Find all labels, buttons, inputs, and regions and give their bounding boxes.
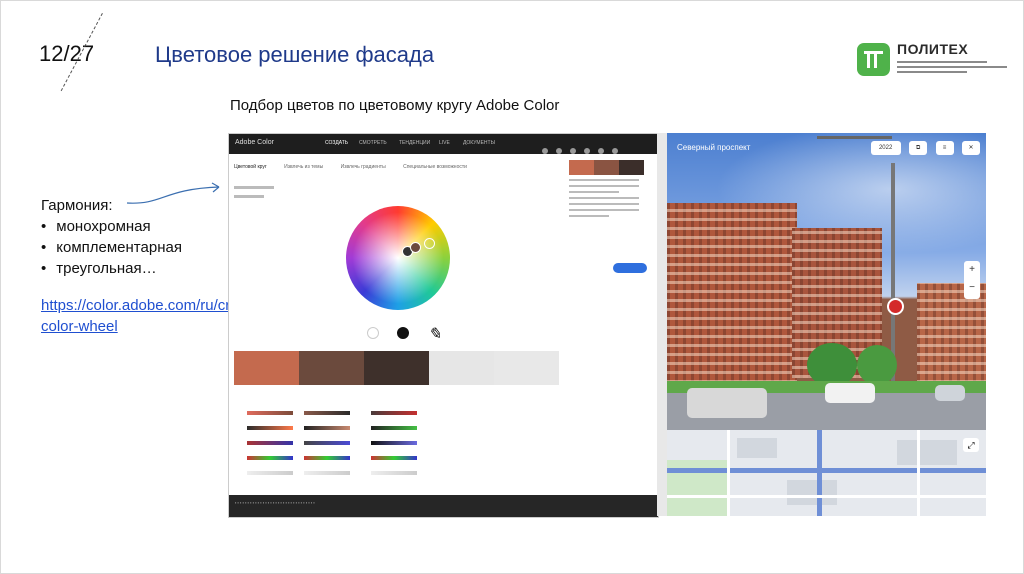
map-road [817,430,822,516]
slide: 12/27 Цветовое решение фасада ПОЛИТЕХ По… [0,0,1024,574]
adobe-color-screenshot: Adobe Color СОЗДАТЬ СМОТРЕТЬ ТЕНДЕНЦИИ L… [228,133,659,518]
slide-title: Цветовое решение фасада [155,42,435,67]
color-sliders [234,406,439,481]
adobe-brand: Adobe Color [235,139,274,146]
car [687,388,767,418]
adobe-tabs: Цветовой круг Извлечь из темы Извлечь гр… [234,164,483,170]
zoom-out-button[interactable]: − [964,279,980,297]
harmony-item: монохромная [41,216,182,237]
street-panorama[interactable]: Северный проспект 2022 ⧉ ≡ ✕ + − [667,133,986,430]
eyedropper-icon[interactable]: ✎ [428,324,441,343]
harmony-select[interactable] [234,186,324,204]
no-entry-sign [887,298,904,315]
tab-extract-gradient[interactable]: Извлечь градиенты [341,164,386,170]
adobe-footer: ▪ ▪ ▪ ▪ ▪ ▪ ▪ ▪ ▪ ▪ ▪ ▪ ▪ ▪ ▪ ▪ ▪ ▪ ▪ ▪ … [229,495,658,517]
street-pole [817,136,892,139]
map-road [917,430,920,516]
swatch[interactable] [364,351,429,385]
adobe-side-panel [569,160,654,310]
panel-separator [657,133,667,516]
map-road [667,468,986,473]
map-road [727,430,730,516]
harmony-list: монохромная комплементарная треугольная… [41,216,182,279]
slide-subtitle: Подбор цветов по цветовому кругу Adobe C… [230,97,560,114]
zoom-in-button[interactable]: + [964,261,980,279]
wheel-handle[interactable] [410,242,421,253]
swatch[interactable] [234,351,299,385]
save-button[interactable] [613,263,647,273]
share-icon[interactable]: ⧉ [909,141,928,155]
tab-extract-theme[interactable]: Извлечь из темы [284,164,323,170]
map-block [737,438,777,458]
car [935,385,965,401]
swatch[interactable] [429,351,494,385]
building [667,203,797,383]
polytech-logo-icon [857,43,890,76]
close-icon[interactable]: ✕ [962,141,980,155]
swatch[interactable] [494,351,559,385]
color-swatches [234,351,561,385]
adobe-toolbar-icons [542,141,652,154]
pointer-arrow-icon [126,182,220,204]
zoom-control: + − [964,261,980,299]
palette-preview [569,160,644,175]
white-swatch[interactable] [367,327,379,339]
mini-map[interactable]: ⤢ [667,430,986,516]
expand-map-icon[interactable]: ⤢ [963,438,979,452]
tree [857,345,897,385]
nav-trends[interactable]: ТЕНДЕНЦИИ [399,140,430,146]
tab-color-wheel[interactable]: Цветовой круг [234,164,267,170]
nav-live[interactable]: LIVE [439,140,450,146]
street-controls: 2022 ⧉ ≡ ✕ [867,141,980,159]
year-select[interactable]: 2022 [870,141,901,155]
wheel-handle[interactable] [424,238,435,249]
swatch[interactable] [299,351,364,385]
street-title: Северный проспект [677,143,751,152]
logo-subtext [897,58,1007,76]
tab-accessibility[interactable]: Специальные возможности [403,164,467,170]
map-road [667,495,986,498]
car [825,383,875,403]
nav-docs[interactable]: ДОКУМЕНТЫ [463,140,495,146]
harmony-item: треугольная… [41,258,182,279]
nav-create[interactable]: СОЗДАТЬ [325,140,348,146]
polytech-logo: ПОЛИТЕХ [857,41,1007,81]
panel-description [569,179,654,217]
menu-icon[interactable]: ≡ [935,141,954,155]
adobe-topbar: Adobe Color СОЗДАТЬ СМОТРЕТЬ ТЕНДЕНЦИИ L… [229,134,658,154]
harmony-item: комплементарная [41,237,182,258]
map-block [787,480,837,505]
black-swatch[interactable] [397,327,410,339]
map-block [897,440,957,465]
color-wheel[interactable] [346,206,450,310]
logo-text: ПОЛИТЕХ [897,41,969,57]
nav-explore[interactable]: СМОТРЕТЬ [359,140,387,146]
brightness-controls: ✎ [367,324,452,344]
